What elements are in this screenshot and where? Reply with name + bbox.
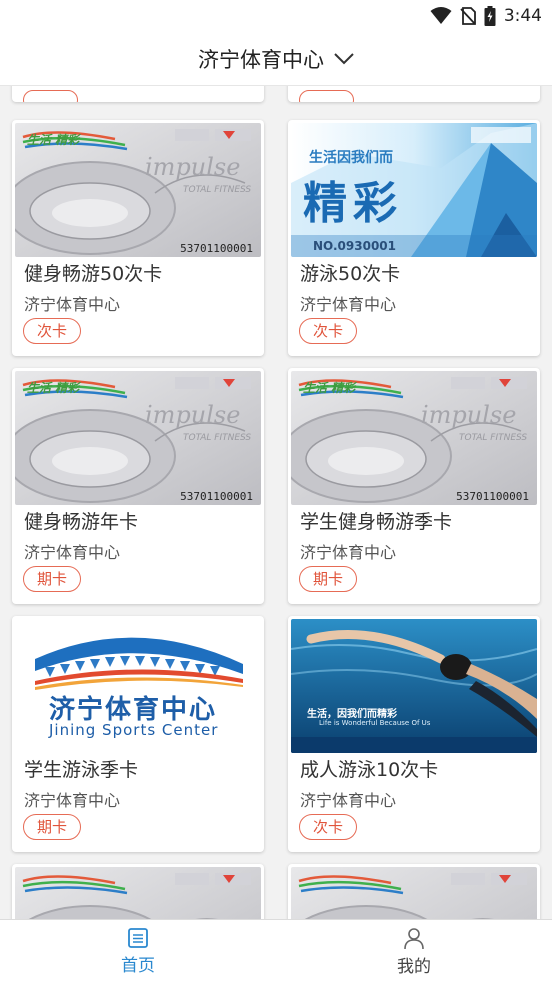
card-image (291, 867, 537, 919)
card-type-tag: 期卡 (23, 566, 82, 592)
card-type-tag: 次卡 (299, 814, 358, 840)
venue-selector[interactable]: 济宁体育中心 (0, 32, 552, 86)
card-number: 53701100001 (456, 490, 529, 503)
membership-card[interactable]: 生活，因我们而精彩 Life is Wonderful Because Of Us… (288, 616, 540, 852)
card-type-tag: 期卡 (299, 566, 358, 592)
card-image-subtitle: Life is Wonderful Because Of Us (319, 719, 431, 727)
card-venue: 济宁体育中心 (24, 543, 121, 562)
card-list[interactable]: 生活 精彩 impulse TOTAL FITNESS 53701100001 健身畅游… (0, 86, 552, 919)
card-partial[interactable] (12, 864, 264, 919)
status-time: 3:44 (503, 6, 542, 26)
card-partial[interactable] (288, 86, 540, 102)
bottom-tab-bar: 首页 我的 (0, 919, 552, 983)
home-list-icon (128, 928, 148, 948)
card-venue: 济宁体育中心 (24, 295, 121, 314)
card-venue: 济宁体育中心 (300, 791, 397, 810)
logo-english-name: Jining Sports Center (49, 721, 219, 739)
card-image-subtitle: TOTAL FITNESS (183, 433, 252, 443)
card-type-tag: 次卡 (23, 318, 82, 344)
card-image: 生活 精彩 impulse TOTAL FITNESS 53701100001 (291, 371, 537, 505)
card-tag-partial (299, 90, 354, 102)
card-venue: 济宁体育中心 (300, 295, 397, 314)
card-number: 53701100001 (180, 490, 253, 503)
card-name: 学生游泳季卡 (24, 759, 139, 781)
membership-card[interactable]: 生活 精彩 impulse TOTAL FITNESS 53701100001 学生健身… (288, 368, 540, 604)
card-image-subtitle: TOTAL FITNESS (459, 433, 528, 443)
card-image: 生活，因我们而精彩 Life is Wonderful Because Of Us (291, 619, 537, 753)
card-image-brand: impulse (421, 401, 517, 429)
card-image: 生活 精彩 impulse TOTAL FITNESS 53701100001 (15, 371, 261, 505)
status-bar: 3:44 (0, 0, 552, 32)
battery-icon (484, 6, 496, 26)
tab-home-label: 首页 (121, 956, 155, 976)
card-tag-partial (23, 90, 78, 102)
person-icon (404, 928, 424, 950)
card-image-slogan: 生活因我们而 (309, 150, 393, 166)
card-name: 成人游泳10次卡 (300, 759, 439, 781)
card-image-slogan: 生活 精彩 (303, 381, 356, 395)
page-title: 济宁体育中心 (198, 47, 324, 72)
card-name: 健身畅游年卡 (24, 511, 139, 533)
card-image-brand: impulse (145, 401, 241, 429)
card-name: 健身畅游50次卡 (24, 263, 163, 285)
card-image-brand: impulse (145, 153, 241, 181)
tab-mine[interactable]: 我的 (276, 920, 552, 983)
membership-card[interactable]: 生活因我们而精彩 NO.0930001 游泳50次卡 济宁体育中心次卡 (288, 120, 540, 356)
card-partial[interactable] (288, 864, 540, 919)
membership-card[interactable]: 济宁体育中心 Jining Sports Center 学生游泳季卡 济宁体育中心期卡 (12, 616, 264, 852)
card-number: NO.0930001 (313, 239, 396, 253)
card-image (15, 867, 261, 919)
card-name: 学生健身畅游季卡 (300, 511, 453, 533)
tab-mine-label: 我的 (397, 957, 431, 977)
card-name: 游泳50次卡 (300, 263, 401, 285)
chevron-down-icon (334, 52, 354, 64)
card-image: 生活因我们而精彩 NO.0930001 (291, 123, 537, 257)
card-number: 53701100001 (180, 242, 253, 255)
card-image-subtitle: TOTAL FITNESS (183, 185, 252, 195)
card-image-slogan: 生活 精彩 (27, 133, 80, 147)
card-venue: 济宁体育中心 (24, 791, 121, 810)
no-sim-icon (460, 7, 476, 25)
card-image-slogan: 生活，因我们而精彩 (307, 709, 397, 720)
tab-home[interactable]: 首页 (0, 920, 276, 983)
card-venue: 济宁体育中心 (300, 543, 397, 562)
card-image-slogan: 生活 精彩 (27, 381, 80, 395)
card-type-tag: 次卡 (299, 318, 358, 344)
card-image: 济宁体育中心 Jining Sports Center (15, 619, 261, 753)
card-image-headline: 精彩 (303, 178, 403, 229)
membership-card[interactable]: 生活 精彩 impulse TOTAL FITNESS 53701100001 健身畅游… (12, 368, 264, 604)
card-image: 生活 精彩 impulse TOTAL FITNESS 53701100001 (15, 123, 261, 257)
card-partial[interactable] (12, 86, 264, 102)
card-type-tag: 期卡 (23, 814, 82, 840)
membership-card[interactable]: 生活 精彩 impulse TOTAL FITNESS 53701100001 健身畅游… (12, 120, 264, 356)
wifi-icon (430, 7, 452, 24)
